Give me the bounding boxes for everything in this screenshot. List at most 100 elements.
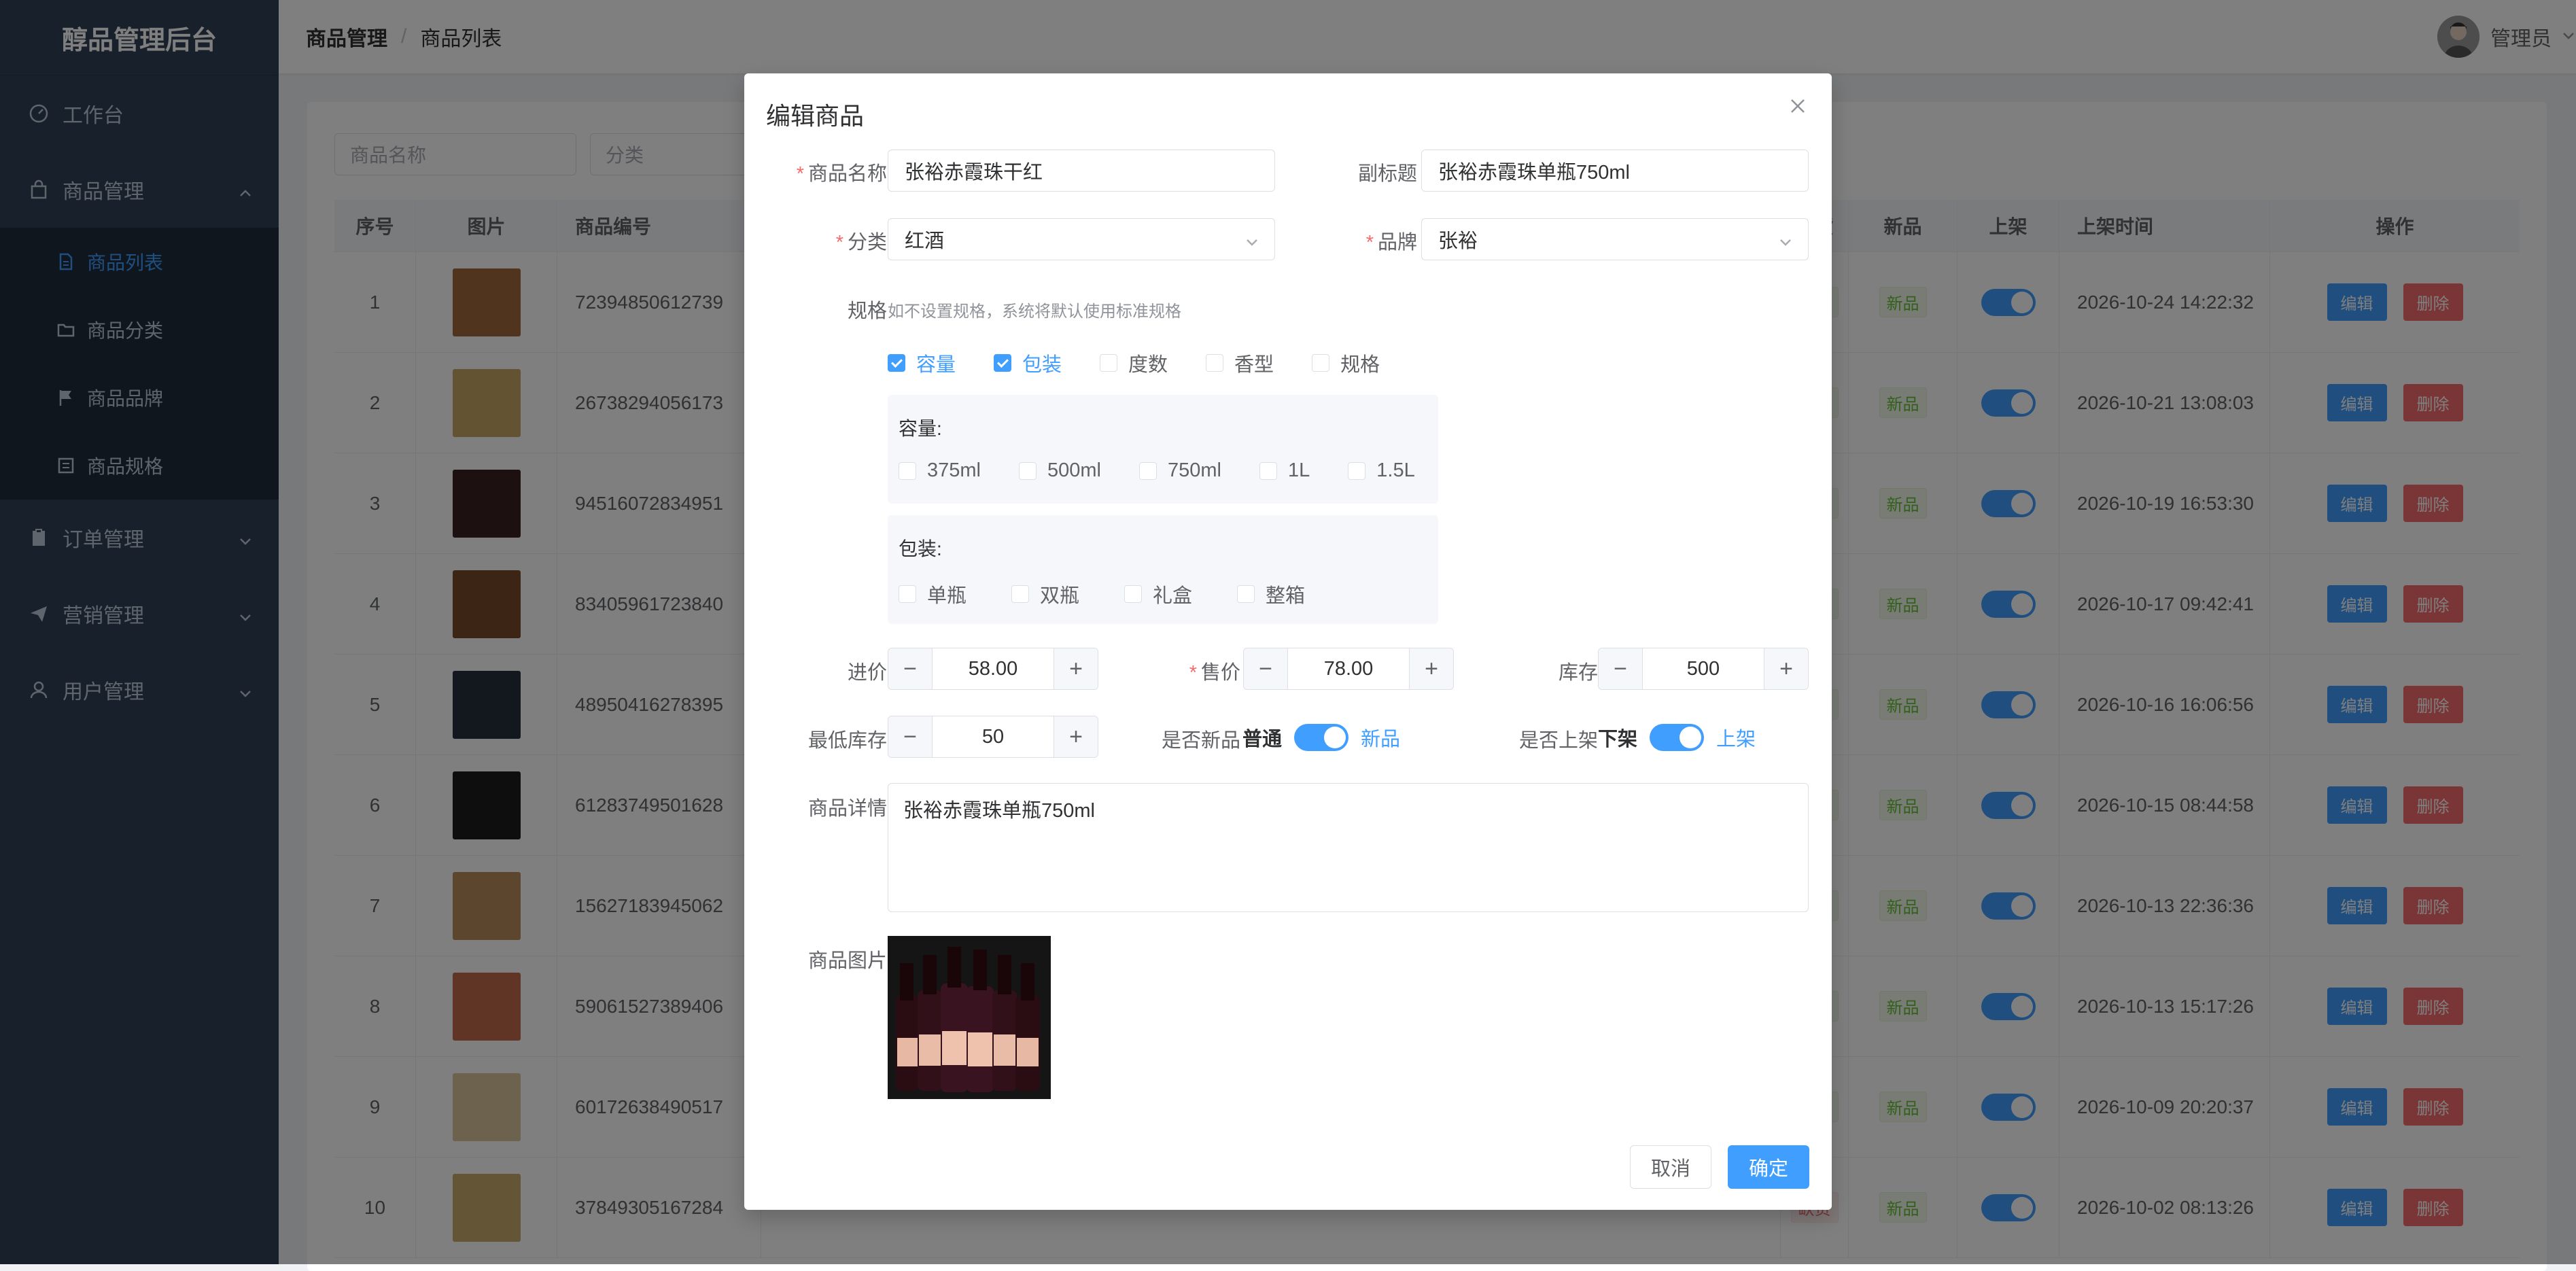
on-shelf-switch-group: 下架 上架 xyxy=(1598,723,1756,752)
detail-textarea[interactable]: 张裕赤霞珠单瓶750ml xyxy=(888,783,1809,912)
checkbox-box[interactable] xyxy=(1237,585,1255,603)
checkbox-box[interactable] xyxy=(1348,462,1366,480)
checkbox-box[interactable] xyxy=(1019,462,1037,480)
checkbox-box[interactable] xyxy=(899,585,916,603)
package-option-checkbox[interactable]: 整箱 xyxy=(1237,580,1305,608)
sale-price-stepper[interactable]: − 78.00 + xyxy=(1243,648,1454,690)
increment-button[interactable]: + xyxy=(1054,648,1098,689)
capacity-options: 375ml 500ml 750ml 1L 1.5L xyxy=(899,459,1453,482)
is-new-label: 是否新品 xyxy=(1161,730,1240,752)
spec-type-checkbox[interactable]: 香型 xyxy=(1206,349,1274,377)
capacity-option-checkbox[interactable]: 1L xyxy=(1259,459,1310,482)
checkbox-label: 规格 xyxy=(1340,354,1380,376)
brand-select-value: 张裕 xyxy=(1438,230,1478,252)
spec-type-checkbox[interactable]: 度数 xyxy=(1100,349,1168,377)
increment-button[interactable]: + xyxy=(1764,648,1808,689)
product-image[interactable] xyxy=(888,936,1051,1099)
on-shelf-label: 是否上架 xyxy=(1518,730,1598,752)
increment-button[interactable]: + xyxy=(1054,716,1098,757)
capacity-option-checkbox[interactable]: 1.5L xyxy=(1348,459,1415,482)
increment-button[interactable]: + xyxy=(1409,648,1453,689)
stock-label: 库存 xyxy=(1558,662,1598,684)
checkbox-label: 容量 xyxy=(916,354,956,376)
checkbox-box[interactable] xyxy=(1206,354,1224,372)
is-new-switch-group: 普通 新品 xyxy=(1242,723,1400,752)
cost-price-label: 进价 xyxy=(847,662,887,684)
category-label: * 分类 xyxy=(835,232,887,254)
checkbox-label: 包装 xyxy=(1022,354,1062,376)
checkbox-label: 双瓶 xyxy=(1040,585,1080,607)
subtitle-label: 副标题 xyxy=(1357,163,1417,185)
package-option-checkbox[interactable]: 单瓶 xyxy=(899,580,967,608)
close-icon[interactable] xyxy=(1786,94,1810,118)
image-label: 商品图片 xyxy=(807,950,887,972)
checkbox-label: 整箱 xyxy=(1266,585,1306,607)
cancel-button[interactable]: 取消 xyxy=(1630,1145,1711,1189)
is-new-on-label: 新品 xyxy=(1361,729,1401,750)
spec-label: 规格 xyxy=(847,300,887,322)
spec-type-checkbox[interactable]: 容量 xyxy=(888,349,956,377)
checkbox-box[interactable] xyxy=(994,354,1012,372)
subtitle-input[interactable]: 张裕赤霞珠单瓶750ml xyxy=(1421,150,1809,192)
goods-name-input[interactable]: 张裕赤霞珠干红 xyxy=(888,150,1275,192)
checkbox-label: 750ml xyxy=(1168,459,1221,481)
min-stock-stepper[interactable]: − 50 + xyxy=(888,716,1098,758)
decrement-button[interactable]: − xyxy=(888,716,933,757)
checkbox-box[interactable] xyxy=(1124,585,1143,603)
capacity-spec-box: 容量: 375ml 500ml 750ml 1L 1.5L xyxy=(888,395,1438,504)
spec-type-checkbox[interactable]: 规格 xyxy=(1312,349,1380,377)
sale-price-label: * 售价 xyxy=(1189,662,1240,684)
checkbox-box[interactable] xyxy=(899,462,916,480)
cost-price-value[interactable]: 58.00 xyxy=(933,648,1054,689)
checkbox-box[interactable] xyxy=(1011,585,1030,603)
is-new-toggle[interactable] xyxy=(1294,724,1349,751)
package-option-checkbox[interactable]: 双瓶 xyxy=(1011,580,1079,608)
capacity-option-checkbox[interactable]: 500ml xyxy=(1019,459,1101,482)
checkbox-label: 单瓶 xyxy=(927,585,967,607)
category-select[interactable]: 红酒 xyxy=(888,218,1275,260)
capacity-option-checkbox[interactable]: 750ml xyxy=(1139,459,1221,482)
sale-price-value[interactable]: 78.00 xyxy=(1288,648,1409,689)
brand-label: * 品牌 xyxy=(1365,232,1417,254)
decrement-button[interactable]: − xyxy=(888,648,933,689)
chevron-down-icon xyxy=(1778,232,1793,255)
goods-name-label: * 商品名称 xyxy=(796,163,887,185)
checkbox-label: 500ml xyxy=(1047,459,1101,481)
capacity-option-checkbox[interactable]: 375ml xyxy=(899,459,981,482)
package-option-checkbox[interactable]: 礼盒 xyxy=(1124,580,1192,608)
capacity-title: 容量: xyxy=(899,418,942,439)
edit-goods-dialog: 编辑商品 * 商品名称 张裕赤霞珠干红 副标题 张裕赤霞珠单瓶750ml * 分类 … xyxy=(744,73,1832,1210)
checkbox-label: 度数 xyxy=(1128,354,1168,376)
checkbox-label: 1.5L xyxy=(1376,459,1415,481)
stock-value[interactable]: 500 xyxy=(1643,648,1764,689)
min-stock-label: 最低库存 xyxy=(807,730,887,752)
spec-type-checkboxes: 容量 包装 度数 香型 规格 xyxy=(888,349,1418,377)
checkbox-box[interactable] xyxy=(1139,462,1157,480)
spec-hint: 如不设置规格，系统将默认使用标准规格 xyxy=(888,302,1181,321)
checkbox-box[interactable] xyxy=(1312,354,1330,372)
dialog-title: 编辑商品 xyxy=(766,102,865,130)
brand-select[interactable]: 张裕 xyxy=(1421,218,1809,260)
on-shelf-toggle[interactable] xyxy=(1650,724,1705,751)
package-options: 单瓶 双瓶 礼盒 整箱 xyxy=(899,580,1350,608)
checkbox-box[interactable] xyxy=(1100,354,1118,372)
chevron-down-icon xyxy=(1245,232,1259,255)
on-shelf-on-label: 上架 xyxy=(1716,729,1756,750)
package-spec-box: 包装: 单瓶 双瓶 礼盒 整箱 xyxy=(888,515,1438,624)
stock-stepper[interactable]: − 500 + xyxy=(1598,648,1809,690)
is-new-off-label: 普通 xyxy=(1242,729,1283,750)
package-title: 包装: xyxy=(899,538,942,559)
min-stock-value[interactable]: 50 xyxy=(933,716,1054,757)
decrement-button[interactable]: − xyxy=(1599,648,1643,689)
checkbox-label: 1L xyxy=(1288,459,1310,481)
on-shelf-off-label: 下架 xyxy=(1598,729,1638,750)
checkbox-box[interactable] xyxy=(1259,462,1277,480)
checkbox-box[interactable] xyxy=(888,354,905,372)
decrement-button[interactable]: − xyxy=(1244,648,1288,689)
cost-price-stepper[interactable]: − 58.00 + xyxy=(888,648,1098,690)
checkbox-label: 香型 xyxy=(1234,354,1274,376)
spec-type-checkbox[interactable]: 包装 xyxy=(994,349,1062,377)
confirm-button[interactable]: 确定 xyxy=(1728,1145,1809,1189)
category-select-value: 红酒 xyxy=(905,230,945,252)
checkbox-label: 375ml xyxy=(927,459,981,481)
